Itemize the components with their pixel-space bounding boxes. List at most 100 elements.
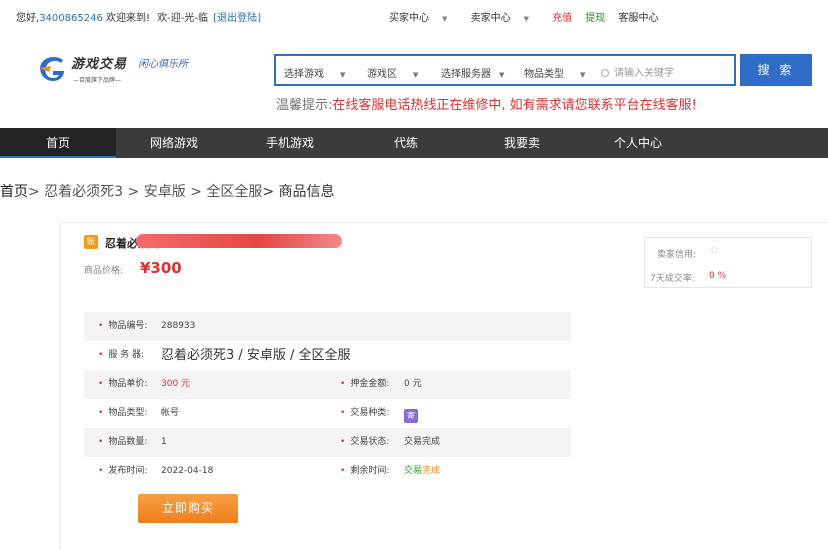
breadcrumb-current: > 商品信息 — [262, 184, 335, 200]
nav-item-online-games[interactable]: 网络游戏 — [116, 128, 232, 158]
game-zone-dropdown[interactable]: 游戏区 ▼ — [367, 65, 418, 80]
remaining-b: 完成 — [422, 466, 441, 476]
detail-label: • 物品数量: — [98, 437, 148, 447]
item-type-dropdown[interactable]: 物品类型 ▼ — [524, 65, 585, 80]
breadcrumb: 首页> 忍着必须死3 > 安卓版 > 全区全服> 商品信息 — [0, 181, 335, 201]
buyer-center-label: 买家中心 — [389, 13, 429, 24]
item-id-value: 288933 — [161, 321, 196, 331]
detail-label: • 服 务 器: — [98, 350, 145, 360]
chevron-down-icon: ▼ — [580, 71, 586, 79]
chevron-down-icon: ▼ — [340, 71, 346, 79]
trade-status-value: 交易完成 — [404, 437, 441, 447]
server-value: 忍着必须死3 / 安卓版 / 全区全服 — [161, 348, 351, 363]
user-id-link[interactable]: 3400865246 — [39, 13, 103, 24]
detail-label: • 交易种类: — [340, 408, 390, 418]
detail-label: • 发布时间: — [98, 466, 148, 476]
withdraw-link[interactable]: 提现 — [585, 9, 605, 24]
price-value: ¥300 — [140, 259, 182, 277]
greeting: 您好,3400865246 欢迎来到! 欢-迎-光-临 [退出登陆] — [16, 9, 261, 24]
unit-price-label: 物品单价: — [108, 379, 148, 389]
remaining-time-label: 剩余时间: — [350, 466, 390, 476]
detail-row: • 发布时间: 2022-04-18 • 剩余时间: 交易完成 — [84, 457, 571, 486]
quantity-label: 物品数量: — [108, 437, 148, 447]
breadcrumb-path[interactable]: > 忍着必须死3 > 安卓版 > 全区全服 — [28, 184, 262, 200]
publish-date-value: 2022-04-18 — [161, 466, 214, 476]
notice-message: 在线客服电话热线正在维修中, 如有需求请您联系平台在线客服! — [332, 98, 697, 113]
seller-rate-label: 7天成交率: — [650, 274, 695, 284]
breadcrumb-home[interactable]: 首页 — [0, 184, 28, 200]
detail-row: • 物品数量: 1 • 交易状态: 交易完成 — [84, 428, 571, 457]
site-logo[interactable]: 游戏交易 闲心俱乐所 —百度旗下品牌— — [37, 53, 199, 89]
search-button[interactable]: 搜 索 — [740, 54, 812, 86]
unit-price-value: 300 元 — [161, 379, 191, 389]
logo-tagline: —百度旗下品牌— — [73, 77, 122, 84]
seller-info-box: 卖家信用: ☆ 7天成交率: 0 % — [644, 237, 812, 288]
seller-credit-label: 卖家信用: — [657, 250, 697, 260]
chevron-down-icon: ▼ — [442, 15, 448, 23]
nav-item-sell[interactable]: 我要卖 — [464, 128, 580, 158]
detail-label: • 物品类型: — [98, 408, 148, 418]
item-type-detail-value: 帐号 — [161, 408, 180, 418]
select-game-dropdown[interactable]: 选择游戏 ▼ — [284, 65, 345, 80]
account-badge-icon: 账 — [84, 235, 98, 249]
detail-row: • 物品单价: 300 元 • 押金金额: 0 元 — [84, 370, 571, 399]
trade-type-value: 寄 — [404, 399, 418, 428]
item-id-label: 物品编号: — [108, 321, 148, 331]
notice-banner: 温馨提示:在线客服电话热线正在维修中, 如有需求请您联系平台在线客服! — [276, 94, 697, 113]
detail-label: • 剩余时间: — [340, 466, 390, 476]
server-label: 服 务 器: — [108, 350, 145, 360]
chevron-down-icon: ▼ — [499, 71, 505, 79]
buyer-center-menu[interactable]: 买家中心 ▼ — [389, 9, 457, 24]
select-server-dropdown[interactable]: 选择服务器 ▼ — [441, 65, 504, 80]
select-server-label: 选择服务器 — [441, 69, 491, 80]
nav-item-personal-center[interactable]: 个人中心 — [580, 128, 696, 158]
top-links: 买家中心 ▼ 卖家中心 ▼ 充值 提现 客服中心 — [389, 9, 669, 24]
seller-rate-value: 0 % — [709, 271, 727, 281]
trade-type-label: 交易种类: — [350, 408, 390, 418]
search-bar: 选择游戏 ▼ 游戏区 ▼ 选择服务器 ▼ 物品类型 ▼ 请输入关键字 — [274, 54, 736, 86]
service-center-link[interactable]: 客服中心 — [619, 9, 659, 24]
search-input[interactable]: 请输入关键字 — [601, 64, 674, 79]
detail-row: • 物品编号: 288933 — [84, 312, 571, 341]
price-label: 商品价格: — [84, 266, 124, 276]
top-bar: 您好,3400865246 欢迎来到! 欢-迎-光-临 [退出登陆] 买家中心 ▼… — [0, 0, 828, 30]
deposit-value: 0 元 — [404, 379, 422, 389]
seller-center-label: 卖家中心 — [470, 13, 511, 24]
search-icon — [601, 69, 609, 77]
greeting-suffix: 欢迎来到! — [102, 13, 150, 24]
item-details-table: • 物品编号: 288933 • 服 务 器: 忍着必须死3 / 安卓版 / 全区全… — [84, 312, 571, 486]
item-type-detail-label: 物品类型: — [108, 408, 148, 418]
recharge-link[interactable]: 充值 — [552, 9, 572, 24]
remaining-a: 交易 — [404, 466, 423, 476]
detail-row: • 物品类型: 帐号 • 交易种类: 寄 — [84, 399, 571, 428]
logo-g-icon — [40, 56, 64, 81]
seller-center-menu[interactable]: 卖家中心 ▼ — [471, 9, 539, 24]
nav-item-boosting[interactable]: 代练 — [348, 128, 464, 158]
deposit-label: 押金金额: — [350, 379, 390, 389]
header: 游戏交易 闲心俱乐所 —百度旗下品牌— 选择游戏 ▼ 游戏区 ▼ 选择服务器 ▼ 物品… — [0, 30, 828, 128]
detail-label: • 押金金额: — [340, 379, 390, 389]
game-zone-label: 游戏区 — [367, 69, 397, 80]
item-type-label: 物品类型 — [524, 69, 564, 80]
greeting-prefix: 您好, — [16, 13, 40, 24]
nav-item-mobile-games[interactable]: 手机游戏 — [232, 128, 348, 158]
chevron-down-icon: ▼ — [413, 71, 419, 79]
trade-status-label: 交易状态: — [350, 437, 390, 447]
buy-now-button[interactable]: 立即购买 — [138, 494, 238, 523]
logo-script-text: 闲心俱乐所 — [138, 59, 188, 70]
detail-label: • 物品编号: — [98, 321, 148, 331]
remaining-time-value: 交易完成 — [404, 457, 440, 486]
logo-main-text: 游戏交易 — [71, 57, 128, 72]
detail-row: • 服 务 器: 忍着必须死3 / 安卓版 / 全区全服 — [84, 341, 571, 370]
search-placeholder: 请输入关键字 — [614, 68, 674, 79]
redaction-mark — [136, 234, 342, 248]
publish-date-label: 发布时间: — [108, 466, 148, 476]
main-nav: 首页 网络游戏 手机游戏 代练 我要卖 个人中心 — [0, 128, 828, 158]
detail-label: • 交易状态: — [340, 437, 390, 447]
select-game-label: 选择游戏 — [284, 69, 324, 80]
chevron-down-icon: ▼ — [523, 15, 529, 23]
quantity-value: 1 — [161, 437, 167, 447]
nav-item-home[interactable]: 首页 — [0, 128, 116, 158]
logout-link[interactable]: [退出登陆] — [213, 13, 261, 24]
consignment-icon: 寄 — [404, 409, 418, 423]
